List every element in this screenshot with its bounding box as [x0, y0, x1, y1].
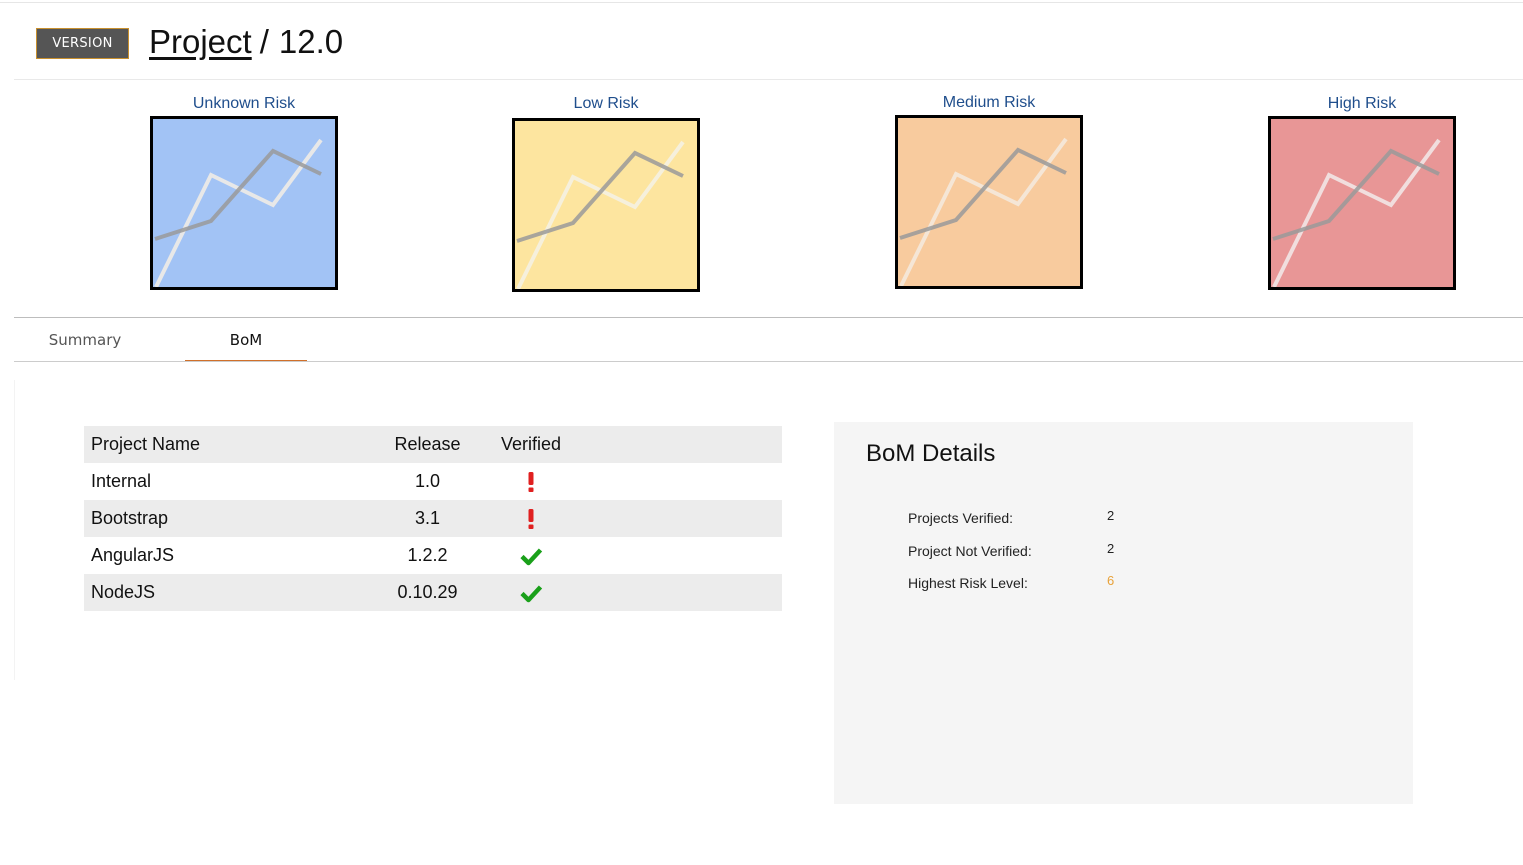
breadcrumb-separator: / [259, 23, 269, 60]
content-left-border [14, 380, 15, 680]
verified-checkmark-icon [519, 581, 543, 605]
risk-thumbnail-low [512, 118, 700, 292]
verified-cell [495, 574, 567, 611]
verified-cell [495, 537, 567, 574]
detail-label: Projects Verified: [908, 510, 1014, 526]
unverified-exclamation-icon [519, 470, 543, 494]
risk-thumbnail-fill [1271, 119, 1453, 287]
column-header-project-name[interactable]: Project Name [84, 426, 360, 463]
project-name-cell: AngularJS [91, 545, 175, 565]
version-badge: VERSION [36, 28, 129, 59]
bom-details-panel: BoM Details Projects Verified: 2 Project… [834, 422, 1413, 804]
column-header-release[interactable]: Release [360, 426, 495, 463]
risk-thumbnail-unknown [150, 116, 338, 290]
unverified-exclamation-icon [519, 507, 543, 531]
tabs-bottom-divider [14, 361, 1523, 362]
verified-cell [495, 463, 567, 500]
detail-value: 2 [1107, 508, 1115, 523]
bom-details-title: BoM Details [866, 440, 996, 467]
risk-card-low[interactable]: Low Risk [511, 94, 701, 292]
table-row[interactable]: AngularJS 1.2.2 [84, 537, 782, 574]
tab-bom[interactable]: BoM [185, 318, 307, 362]
project-name-cell: Bootstrap [91, 508, 169, 528]
risk-card-unknown[interactable]: Unknown Risk [149, 94, 339, 290]
trend-chart-icon [898, 118, 1080, 286]
page-title: Project/12.0 [149, 22, 343, 62]
highest-risk-value: 6 [1107, 573, 1115, 588]
release-cell: 1.0 [414, 471, 441, 491]
release-cell: 0.10.29 [397, 582, 458, 602]
trend-chart-icon [515, 121, 697, 289]
release-cell: 1.2.2 [407, 545, 448, 565]
risk-thumbnail-medium [895, 115, 1083, 289]
table-row[interactable]: Internal 1.0 [84, 463, 782, 500]
page-header: VERSION Project/12.0 [0, 0, 1523, 80]
verified-checkmark-icon [519, 544, 543, 568]
project-name-cell: Internal [91, 471, 152, 491]
version-number: 12.0 [278, 23, 344, 60]
risk-thumbnail-fill [153, 119, 335, 287]
table-row[interactable]: NodeJS 0.10.29 [84, 574, 782, 611]
trend-chart-icon [153, 119, 335, 287]
table-header-row: Project Name Release Verified [84, 426, 782, 463]
risk-card-medium[interactable]: Medium Risk [894, 93, 1084, 289]
header-divider [14, 79, 1523, 80]
verified-cell [495, 500, 567, 537]
risk-thumbnail-fill [515, 121, 697, 289]
release-cell: 3.1 [414, 508, 441, 528]
detail-label: Highest Risk Level: [908, 575, 1028, 591]
project-link[interactable]: Project [149, 23, 252, 60]
risk-label-low: Low Risk [573, 95, 639, 112]
risk-label-medium: Medium Risk [942, 94, 1036, 111]
trend-chart-icon [1271, 119, 1453, 287]
risk-label-unknown: Unknown Risk [192, 95, 296, 112]
risk-label-high: High Risk [1327, 95, 1397, 112]
bom-table: Project Name Release Verified Internal 1… [84, 426, 782, 611]
risk-thumbnail-fill [898, 118, 1080, 286]
risk-card-high[interactable]: High Risk [1267, 94, 1457, 290]
detail-value: 2 [1107, 541, 1115, 556]
table-row[interactable]: Bootstrap 3.1 [84, 500, 782, 537]
detail-label: Project Not Verified: [908, 543, 1032, 559]
column-header-verified[interactable]: Verified [495, 426, 567, 463]
risk-thumbnail-high [1268, 116, 1456, 290]
tab-summary[interactable]: Summary [20, 318, 150, 361]
project-name-cell: NodeJS [91, 582, 156, 602]
